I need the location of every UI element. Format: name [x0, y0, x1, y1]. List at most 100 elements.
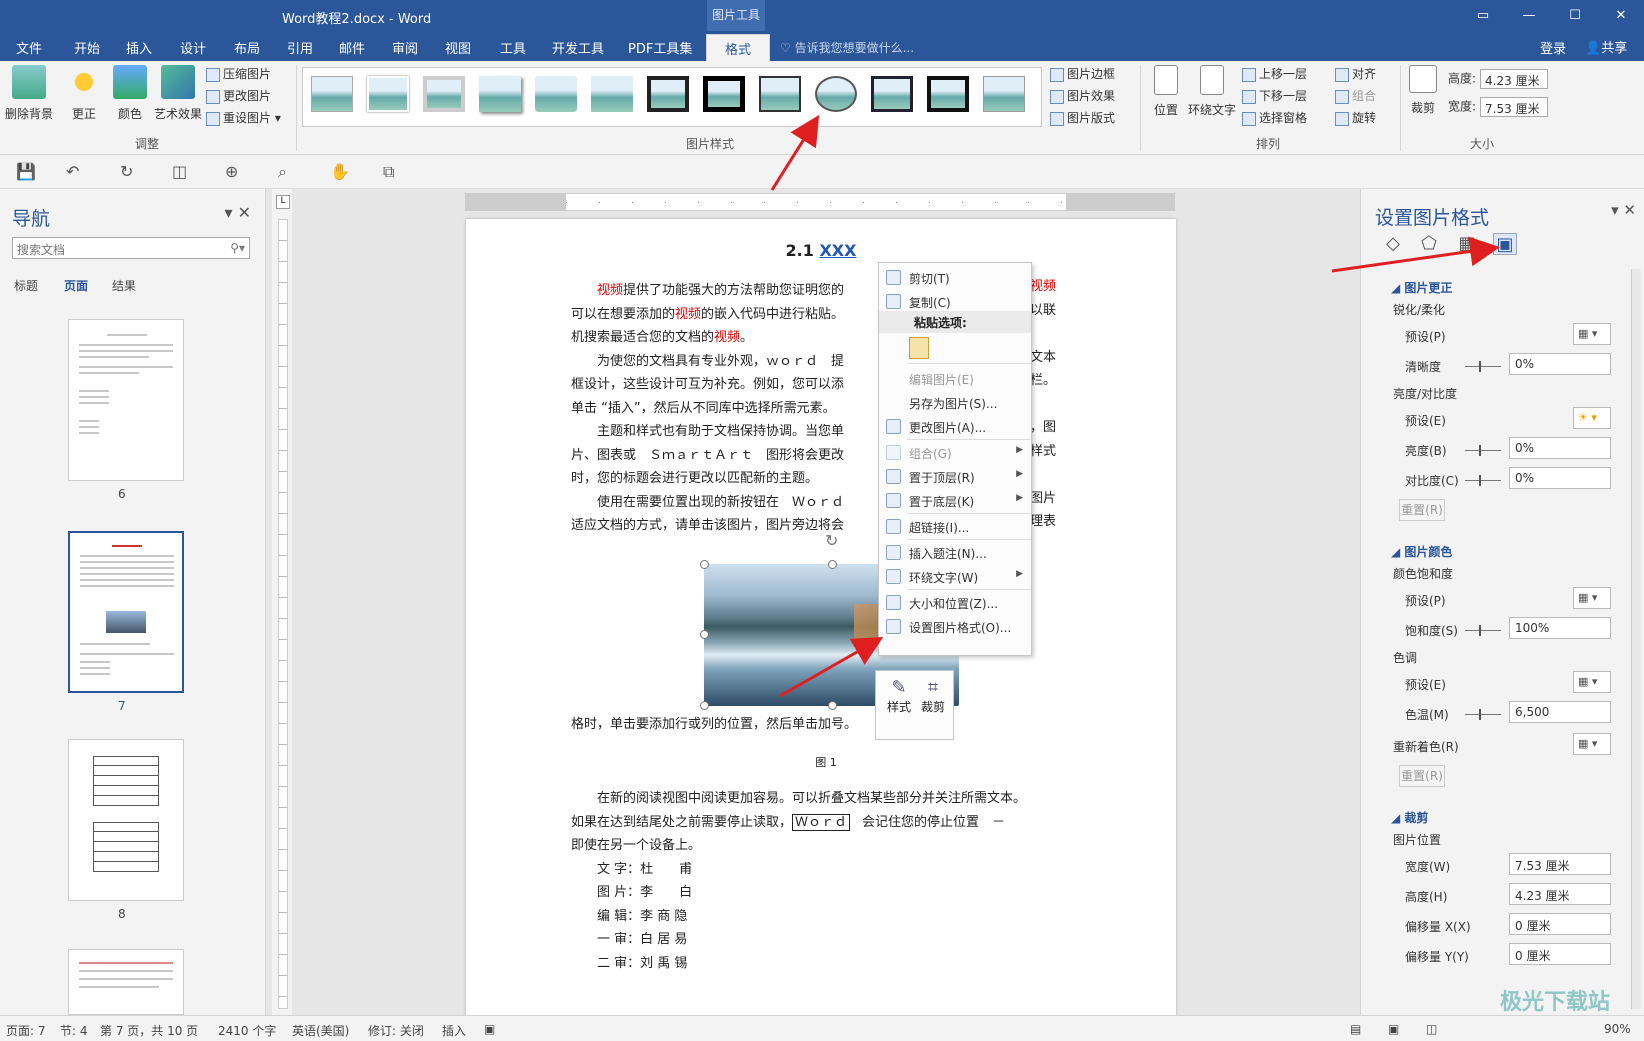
read-mode-icon[interactable]: ▤ [1350, 1022, 1361, 1036]
tell-me-box[interactable]: ♡ 告诉我您想要做什么... [780, 39, 914, 56]
menu-item-wrap-text[interactable]: 环绕文字(W) ▶ [879, 565, 1031, 589]
section-picture-color[interactable]: ◢ 图片颜色 [1391, 543, 1452, 560]
menu-item-edit-picture[interactable]: 编辑图片(E) [879, 367, 1031, 391]
tab-developer[interactable]: 开发工具 [552, 38, 604, 57]
close-icon[interactable]: ▾ ✕ [224, 203, 251, 222]
recolor-dropdown[interactable]: ▦ ▾ [1573, 733, 1611, 755]
signin-link[interactable]: 登录 [1540, 38, 1566, 57]
tab-design[interactable]: 设计 [180, 38, 206, 57]
bring-forward-button[interactable]: 上移一层 [1242, 65, 1307, 82]
tab-mailings[interactable]: 邮件 [339, 38, 365, 57]
two-pages-icon[interactable]: ◫ [172, 162, 187, 181]
resize-handle[interactable] [700, 701, 709, 710]
style-thumb[interactable] [367, 76, 409, 112]
style-thumb[interactable] [479, 76, 521, 112]
crop-width-input[interactable]: 7.53 厘米 [1509, 853, 1611, 875]
reset-button[interactable]: 重置(R) [1399, 765, 1445, 787]
height-input[interactable]: 4.23 厘米 [1480, 69, 1549, 89]
resize-handle[interactable] [828, 701, 837, 710]
picture-icon[interactable]: ▣ [1493, 233, 1517, 255]
offset-y-input[interactable]: 0 厘米 [1509, 943, 1611, 965]
brightness-preset-dropdown[interactable]: ☀ ▾ [1573, 407, 1611, 429]
brightness-input[interactable]: 0% [1509, 437, 1611, 459]
style-thumb[interactable] [591, 76, 633, 112]
style-thumb[interactable] [759, 76, 801, 112]
style-thumb[interactable] [927, 76, 969, 112]
customize-icon[interactable]: ⧉ [383, 162, 394, 182]
resize-handle[interactable] [828, 560, 837, 569]
temperature-slider[interactable] [1465, 709, 1501, 720]
minimize-button[interactable]: — [1506, 0, 1552, 31]
close-icon[interactable]: ▾ ✕ [1611, 201, 1636, 219]
section-picture-correction[interactable]: ◢ 图片更正 [1391, 279, 1452, 296]
brightness-slider[interactable] [1465, 445, 1501, 456]
nav-search-input[interactable]: 搜索文档 ⚲▾ [12, 237, 250, 259]
style-thumb[interactable] [311, 76, 353, 112]
tab-selector-icon[interactable]: L [276, 195, 290, 209]
tone-preset-dropdown[interactable]: ▦ ▾ [1573, 671, 1611, 693]
ribbon-display-button[interactable]: ▭ [1460, 0, 1506, 31]
style-thumb[interactable] [535, 76, 577, 112]
web-layout-icon[interactable]: ◫ [1426, 1022, 1437, 1036]
sharpen-preset-dropdown[interactable]: ▦ ▾ [1573, 323, 1611, 345]
macro-icon[interactable]: ▣ [484, 1022, 495, 1036]
status-track-changes[interactable]: 修订: 关闭 [368, 1022, 424, 1039]
menu-item-bring-to-front[interactable]: 置于顶层(R) ▶ [879, 465, 1031, 489]
nav-tab-headings[interactable]: 标题 [14, 277, 38, 294]
saturation-slider[interactable] [1465, 625, 1501, 636]
wrap-text-button[interactable]: 环绕文字 [1186, 65, 1238, 118]
remove-background-button[interactable]: 删除背景 [4, 65, 54, 122]
tab-format[interactable]: 格式 [706, 34, 771, 61]
picture-layout-button[interactable]: 图片版式 [1050, 109, 1115, 126]
status-section[interactable]: 节: 4 [60, 1022, 88, 1039]
crop-mini-button[interactable]: ⌗ 裁剪 [918, 677, 948, 715]
compress-pictures-button[interactable]: 压缩图片 [206, 65, 271, 82]
style-thumb[interactable] [647, 76, 689, 112]
search-icon[interactable]: ⚲▾ [230, 241, 245, 255]
art-effects-button[interactable]: 艺术效果 [150, 65, 206, 122]
nav-tab-pages[interactable]: 页面 [64, 277, 88, 294]
layout-properties-icon[interactable]: ▦ [1455, 233, 1479, 255]
document-page[interactable]: 2.1 XXX 视频提供了功能强大的方法帮助您证明您的 可以在想要添加的视频的嵌… [466, 219, 1176, 1015]
print-layout-icon[interactable]: ▣ [1388, 1022, 1399, 1036]
clarity-slider[interactable] [1465, 361, 1501, 372]
menu-item-send-to-back[interactable]: 置于底层(K) ▶ [879, 489, 1031, 513]
web-layout-icon[interactable]: ⊕ [225, 162, 238, 181]
crop-height-input[interactable]: 4.23 厘米 [1509, 883, 1611, 905]
resize-handle[interactable] [700, 630, 709, 639]
reset-picture-button[interactable]: 重设图片 ▾ [206, 109, 281, 126]
menu-item-insert-caption[interactable]: 插入题注(N)... [879, 541, 1031, 565]
print-preview-icon[interactable]: ⌕ [278, 162, 287, 182]
change-picture-button[interactable]: 更改图片 [206, 87, 271, 104]
rotate-handle-icon[interactable]: ↻ [825, 531, 838, 550]
style-thumb-oval[interactable] [815, 76, 857, 112]
menu-item-cut[interactable]: 剪切(T) [879, 266, 1031, 290]
status-insert-mode[interactable]: 插入 [442, 1022, 466, 1039]
tab-layout[interactable]: 布局 [234, 38, 260, 57]
undo-icon[interactable]: ↶ [66, 162, 79, 181]
resize-handle[interactable] [700, 560, 709, 569]
page-thumbnail[interactable] [68, 319, 184, 481]
clarity-input[interactable]: 0% [1509, 353, 1611, 375]
send-backward-button[interactable]: 下移一层 [1242, 87, 1307, 104]
width-spinner[interactable]: 宽度: 7.53 厘米 [1448, 97, 1549, 117]
page-thumbnail-selected[interactable] [68, 531, 184, 693]
tab-references[interactable]: 引用 [287, 38, 313, 57]
style-thumb[interactable] [871, 76, 913, 112]
contrast-slider[interactable] [1465, 475, 1501, 486]
menu-item-size-position[interactable]: 大小和位置(Z)... [879, 591, 1031, 615]
menu-item-group[interactable]: 组合(G) ▶ [879, 441, 1031, 465]
paste-icon[interactable] [909, 337, 929, 359]
tab-insert[interactable]: 插入 [126, 38, 152, 57]
fill-line-icon[interactable]: ◇ [1381, 233, 1405, 255]
rotate-button[interactable]: 旋转 [1335, 109, 1376, 126]
status-page[interactable]: 页面: 7 [6, 1022, 46, 1039]
page-thumbnail[interactable] [68, 949, 184, 1015]
horizontal-ruler[interactable] [465, 193, 1175, 211]
style-thumb[interactable] [983, 76, 1025, 112]
status-language[interactable]: 英语(美国) [292, 1022, 349, 1039]
picture-border-button[interactable]: 图片边框 [1050, 65, 1115, 82]
crop-button[interactable]: 裁剪 [1404, 65, 1442, 116]
tab-view[interactable]: 视图 [445, 38, 471, 57]
effects-pentagon-icon[interactable]: ⬠ [1417, 233, 1441, 255]
